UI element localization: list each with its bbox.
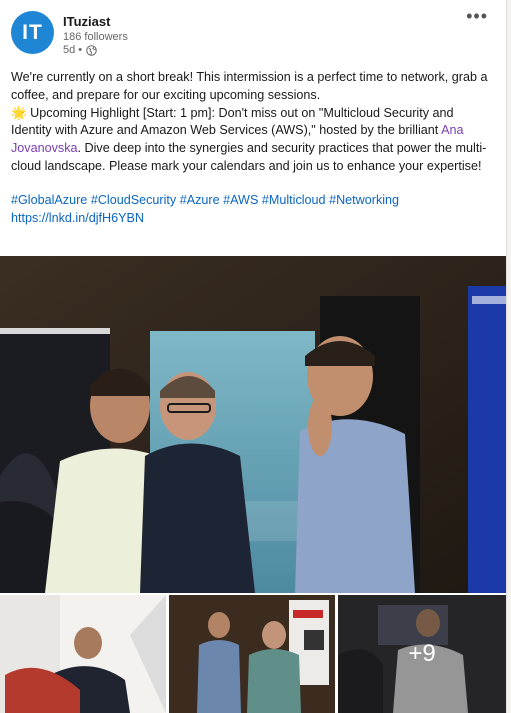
thumbnail-photo[interactable] (169, 595, 335, 713)
photo-scene-illustration (0, 256, 506, 593)
thumbnail-photo[interactable] (0, 595, 166, 713)
thumbnail-illustration (169, 595, 335, 713)
post-age: 5d • (63, 44, 83, 56)
star-emoji-icon: 🌟 (11, 105, 27, 120)
post-link[interactable]: https://lnkd.in/djfH6YBN (11, 211, 144, 225)
highlight-text-end: . Dive deep into the synergies and secur… (11, 141, 487, 173)
photo-thumbnails: +9 (0, 595, 506, 713)
hashtag[interactable]: #Azure (180, 193, 220, 207)
post-meta: 5d • (63, 44, 97, 56)
thumbnail-illustration (0, 595, 166, 713)
hashtag-list: #GlobalAzure #CloudSecurity #Azure #AWS … (11, 192, 497, 210)
globe-icon (86, 44, 97, 56)
highlight-text: Upcoming Highlight [Start: 1 pm]: Don't … (11, 105, 454, 138)
post-paragraph-intro: We're currently on a short break! This i… (11, 70, 488, 102)
post-paragraph-highlight: 🌟 Upcoming Highlight [Start: 1 pm]: Don'… (11, 105, 497, 176)
hashtag[interactable]: #CloudSecurity (91, 193, 176, 207)
post-body: We're currently on a short break! This i… (11, 69, 497, 227)
more-horizontal-icon[interactable]: ••• (466, 6, 488, 27)
author-avatar[interactable]: IT (11, 11, 54, 54)
hashtag[interactable]: #GlobalAzure (11, 193, 87, 207)
post-header: IT ITuziast 186 followers 5d • ••• (0, 0, 506, 62)
post-link-line: https://lnkd.in/djfH6YBN (11, 210, 497, 228)
more-photos-count: +9 (338, 595, 506, 713)
follower-count: 186 followers (63, 31, 128, 43)
hashtag[interactable]: #AWS (223, 193, 258, 207)
hashtag[interactable]: #Networking (329, 193, 399, 207)
hashtag[interactable]: #Multicloud (262, 193, 326, 207)
main-photo[interactable] (0, 256, 506, 593)
author-name[interactable]: ITuziast (63, 14, 110, 29)
post-card: IT ITuziast 186 followers 5d • ••• We're… (0, 0, 507, 713)
thumbnail-photo-more[interactable]: +9 (338, 595, 506, 713)
